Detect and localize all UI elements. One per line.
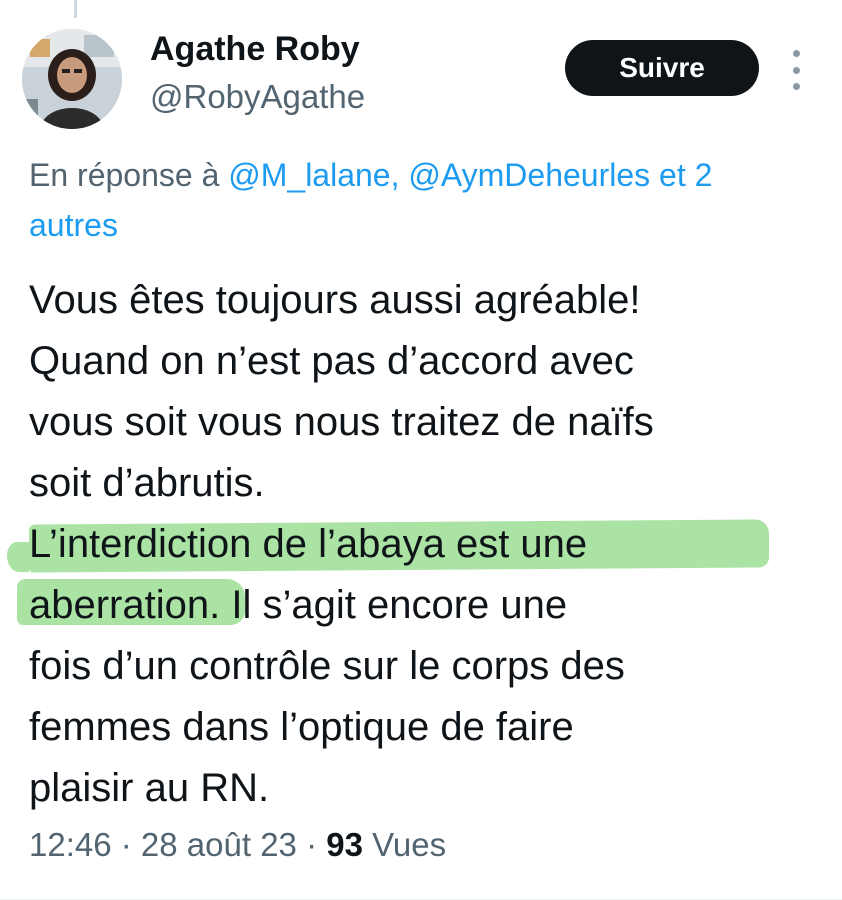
green-highlighter-mark: [7, 542, 29, 572]
reply-mentions[interactable]: @M_lalane, @AymDeheurles et 2: [228, 157, 712, 193]
author-handle[interactable]: @RobyAgathe: [150, 78, 365, 116]
meta-separator: ·: [111, 826, 141, 863]
avatar-photo: [22, 29, 122, 129]
views-label: Vues: [362, 826, 447, 863]
more-dot: [792, 83, 800, 90]
meta-separator: ·: [296, 826, 327, 863]
reply-context: En réponse à @M_lalane, @AymDeheurles et…: [29, 147, 841, 203]
reply-prefix: En réponse à: [29, 157, 229, 193]
tweet-line: fois d’un contrôle sur le corps des: [29, 644, 625, 688]
tweet-line: Quand on n’est pas d’accord avec: [29, 339, 634, 383]
tweet-line: soit d’abrutis.: [29, 461, 265, 505]
tweet-line: plaisir au RN.: [29, 766, 270, 810]
tweet-line: L’interdiction de l’abaya est une: [29, 522, 588, 566]
tweet-text: Vous êtes toujours aussi agréable! Quand…: [7, 270, 829, 819]
tweet-line: Vous êtes toujours aussi agréable!: [29, 278, 641, 322]
more-dot: [792, 50, 800, 57]
avatar[interactable]: [22, 29, 122, 129]
views-count: 93: [326, 826, 363, 863]
tweet-date[interactable]: 28 août 23: [141, 826, 297, 863]
tweet-line: aberration. Il s’agit encore une: [29, 583, 568, 627]
thread-connector-line: [74, 0, 77, 18]
tweet-line: femmes dans l’optique de faire: [29, 705, 574, 749]
reply-others-link[interactable]: autres: [29, 197, 118, 253]
tweet-time[interactable]: 12:46: [29, 826, 112, 863]
tweet-meta: 12:46 · 28 août 23 · 93 Vues: [29, 826, 446, 864]
follow-button[interactable]: Suivre: [565, 40, 759, 96]
tweet-text-lines: Vous êtes toujours aussi agréable! Quand…: [29, 270, 829, 819]
more-dot: [792, 66, 800, 74]
tweet-line: vous soit vous nous traitez de naïfs: [29, 400, 654, 444]
author-name[interactable]: Agathe Roby: [150, 30, 360, 69]
more-vertical-icon[interactable]: [784, 50, 808, 90]
